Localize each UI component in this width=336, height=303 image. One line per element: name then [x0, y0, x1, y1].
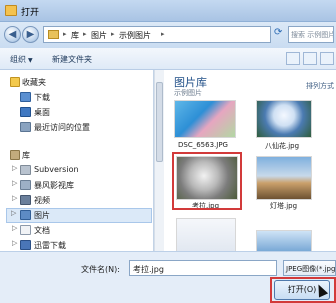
arrange-by-dropdown[interactable]: 排列方式: [306, 81, 334, 91]
navigation-pane: 收藏夹 下载 桌面 最近访问的位置 库 ▷ Subversion ▷ 暴风影视库…: [0, 70, 154, 251]
chevron-right-icon: ▸: [63, 30, 67, 38]
filename-label: 文件名(N):: [81, 265, 120, 274]
chevron-down-icon: ▼: [28, 57, 33, 64]
navigation-scrollbar[interactable]: [154, 70, 164, 251]
preview-pane-icon[interactable]: [303, 52, 317, 65]
new-folder-button[interactable]: 新建文件夹: [52, 54, 92, 65]
photo-label: 灯塔.jpg: [270, 202, 298, 210]
picture-icon: [20, 210, 31, 220]
selection-highlight: [172, 152, 242, 210]
expand-icon[interactable]: ▷: [11, 209, 16, 217]
address-bar: ◀ ▶ ▸ 库 ▸ 图片 ▸ 示例图片 ▸ ⟳ 搜索 示例图片: [0, 22, 336, 48]
folder-icon: [5, 5, 17, 16]
command-bar: 组织 ▼ 新建文件夹: [0, 48, 336, 70]
file-list: 图片库 示例图片 排列方式 DSC_6563.JPG 八仙花.jpg 考拉.jp…: [164, 70, 336, 251]
back-button[interactable]: ◀: [4, 26, 21, 43]
window-title: 打开: [21, 8, 40, 18]
photo-thumbnail-partial[interactable]: [176, 218, 236, 251]
expand-icon[interactable]: ▷: [12, 194, 17, 202]
photo-thumbnail-partial[interactable]: [256, 230, 312, 251]
download-icon: [20, 92, 31, 102]
expand-icon[interactable]: ▷: [12, 239, 17, 247]
search-input[interactable]: 搜索 示例图片: [288, 26, 334, 43]
breadcrumb-item-sample-pictures[interactable]: 示例图片: [119, 30, 151, 41]
photo-thumbnail-hydrangea[interactable]: [256, 100, 312, 138]
desktop-icon: [20, 107, 31, 117]
title-bar: 打开: [0, 0, 336, 22]
breadcrumb-item-pictures[interactable]: 图片: [91, 30, 107, 41]
photo-thumbnail-lighthouse[interactable]: [256, 156, 312, 200]
photo-thumbnail-dsc[interactable]: [174, 100, 236, 138]
download-icon: [20, 240, 31, 250]
chevron-right-icon: ▸: [111, 30, 115, 38]
breadcrumb[interactable]: ▸ 库 ▸ 图片 ▸ 示例图片 ▸: [43, 26, 271, 43]
star-icon: [10, 77, 20, 87]
library-icon: [20, 180, 31, 190]
expand-icon[interactable]: ▷: [12, 164, 17, 172]
filename-input[interactable]: 考拉.jpg: [129, 260, 277, 276]
organize-menu[interactable]: 组织 ▼: [10, 54, 33, 65]
library-icon: [20, 165, 31, 175]
expand-icon[interactable]: ▷: [12, 224, 17, 232]
folder-icon: [48, 30, 59, 39]
scrollbar-thumb[interactable]: [156, 82, 163, 162]
video-icon: [20, 195, 31, 205]
expand-icon[interactable]: ▷: [12, 179, 17, 187]
chevron-right-icon: ▸: [161, 30, 165, 38]
forward-button[interactable]: ▶: [22, 26, 39, 43]
filetype-select[interactable]: JPEG图像(*.jpg: [283, 260, 336, 276]
dialog-footer: 文件名(N): 考拉.jpg JPEG图像(*.jpg 打开(O): [0, 251, 336, 303]
recent-places-icon: [20, 122, 31, 132]
breadcrumb-item-library[interactable]: 库: [71, 30, 79, 41]
photo-label: 八仙花.jpg: [265, 142, 300, 150]
help-icon[interactable]: [320, 52, 334, 65]
chevron-right-icon: ▸: [83, 30, 87, 38]
library-icon: [10, 150, 20, 160]
refresh-icon[interactable]: ⟳: [274, 27, 286, 41]
sidebar-item-pictures[interactable]: ▷ 图片: [6, 208, 152, 223]
document-icon: [20, 225, 31, 235]
photo-label: DSC_6563.JPG: [178, 141, 228, 149]
library-subtitle: 示例图片: [174, 89, 202, 97]
view-options-icon[interactable]: [286, 52, 300, 65]
